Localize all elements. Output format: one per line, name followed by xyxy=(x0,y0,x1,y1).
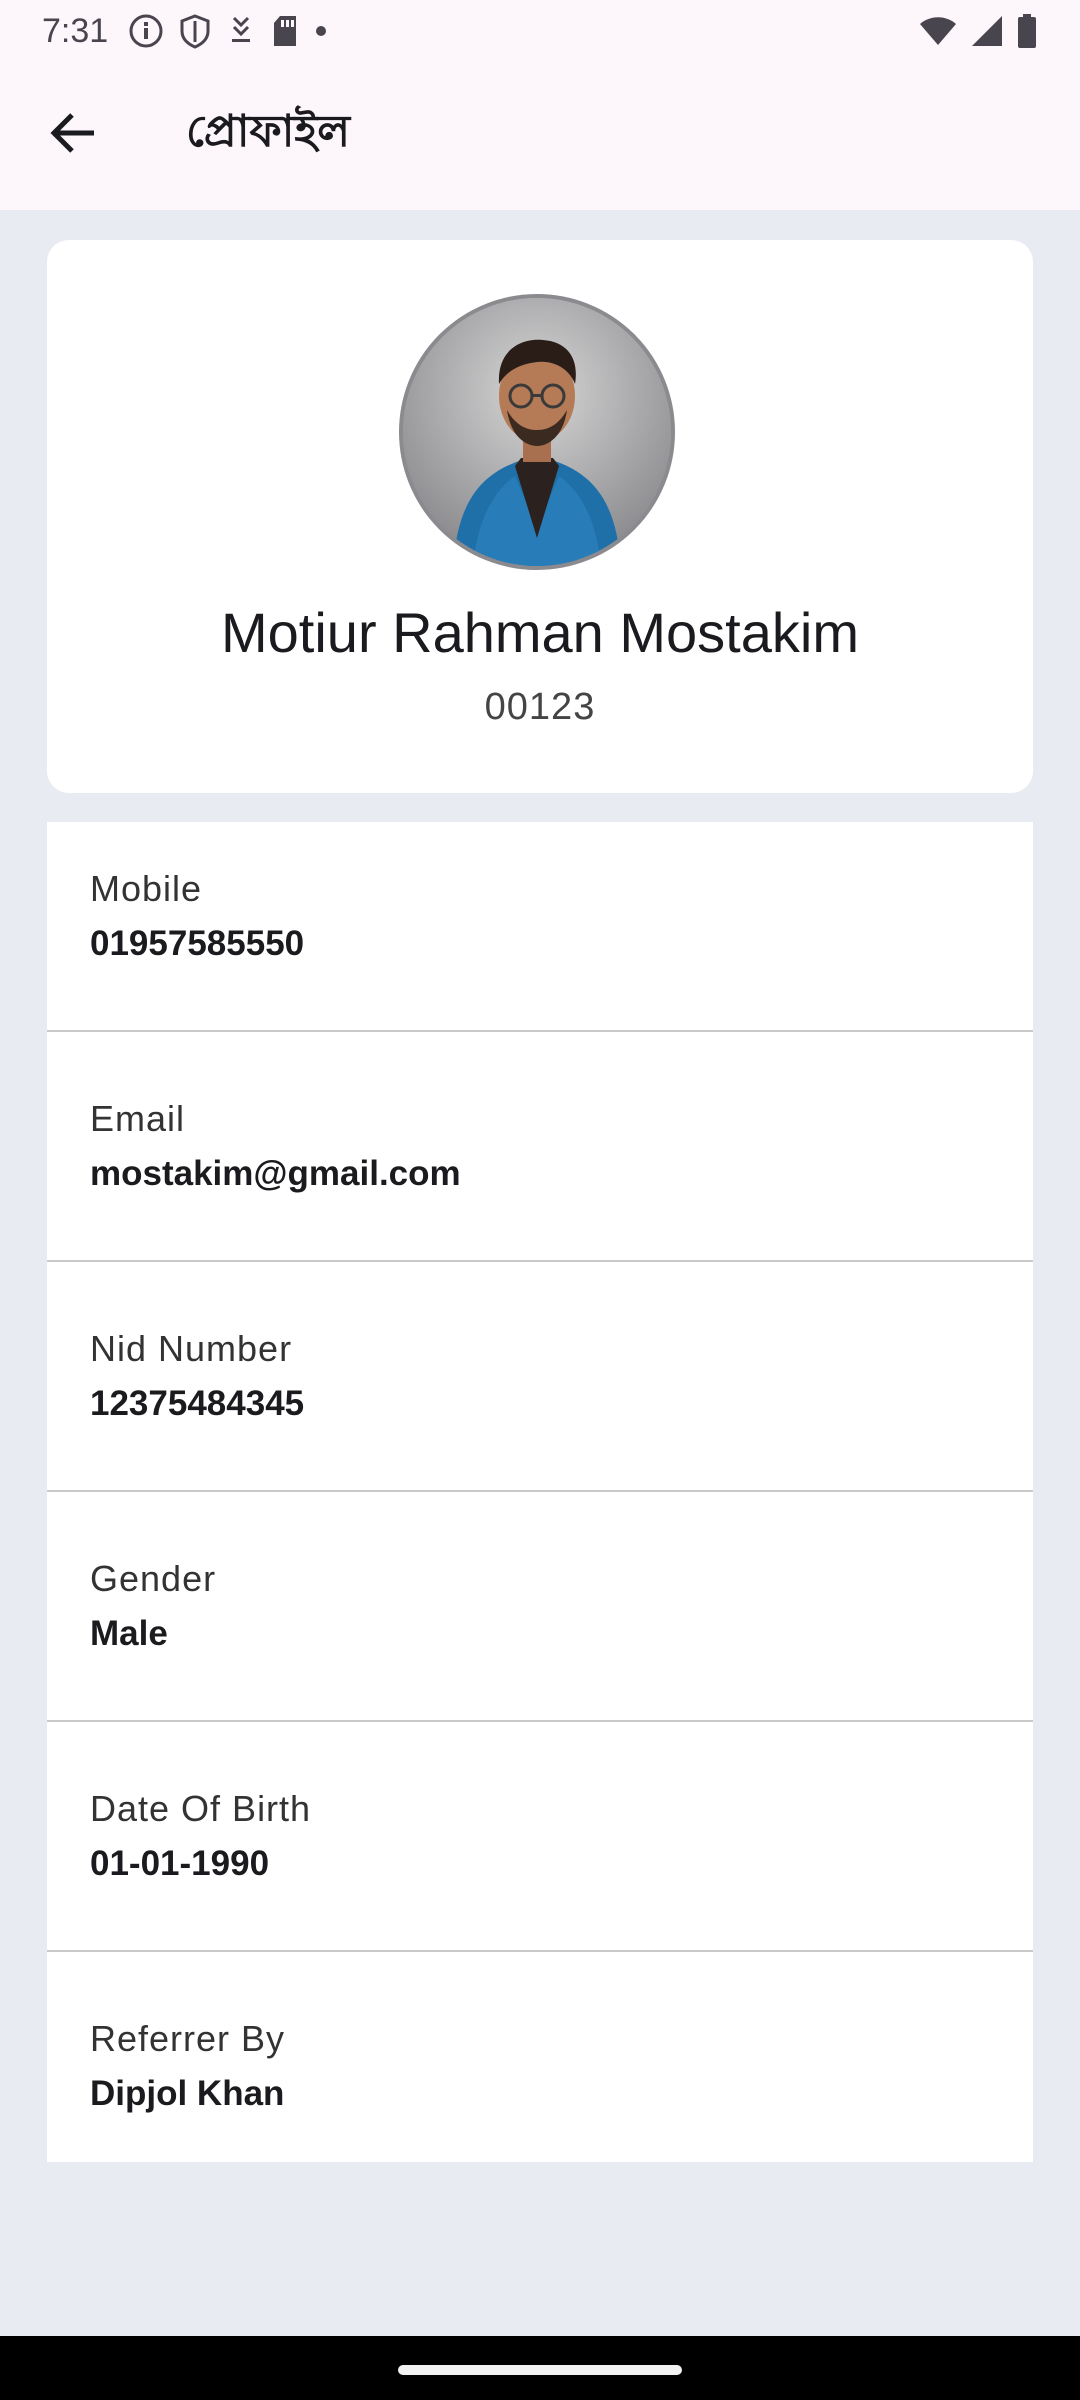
avatar[interactable] xyxy=(399,294,675,570)
detail-row-referrer: Referrer By Dipjol Khan xyxy=(47,1952,1033,2162)
battery-icon xyxy=(1016,13,1038,49)
detail-row-nid: Nid Number 12375484345 xyxy=(47,1262,1033,1492)
detail-value: Male xyxy=(90,1614,168,1653)
detail-label: Email xyxy=(90,1098,186,1139)
detail-value: Dipjol Khan xyxy=(90,2074,285,2113)
home-handle[interactable] xyxy=(398,2365,682,2375)
signal-icon xyxy=(970,14,1004,48)
sd-card-icon xyxy=(270,13,300,49)
detail-label: Date Of Birth xyxy=(90,1788,312,1829)
profile-name: Motiur Rahman Mostakim xyxy=(221,601,859,664)
arrow-left-icon xyxy=(50,112,98,159)
detail-row-mobile: Mobile 01957585550 xyxy=(47,822,1033,1032)
detail-value: 12375484345 xyxy=(90,1384,305,1423)
wifi-icon xyxy=(918,15,958,47)
status-right xyxy=(918,13,1038,49)
navigation-bar xyxy=(0,2336,1080,2400)
detail-value: mostakim@gmail.com xyxy=(90,1154,461,1193)
dot-icon xyxy=(314,24,328,38)
detail-row-dob: Date Of Birth 01-01-1990 xyxy=(47,1722,1033,1952)
details-list: Mobile 01957585550 Email mostakim@gmail.… xyxy=(47,822,1033,2162)
app-bar: প্রোফাইল xyxy=(0,62,1080,210)
detail-label: Referrer By xyxy=(90,2018,286,2059)
detail-row-email: Email mostakim@gmail.com xyxy=(47,1032,1033,1262)
page-title: প্রোফাইল xyxy=(186,106,351,157)
detail-value: 01-01-1990 xyxy=(90,1844,270,1883)
status-bar: 7:31 xyxy=(0,0,1080,62)
detail-label: Nid Number xyxy=(90,1328,293,1369)
download-icon xyxy=(226,14,256,48)
profile-card: Motiur Rahman Mostakim 00123 xyxy=(47,240,1033,793)
detail-row-gender: Gender Male xyxy=(47,1492,1033,1722)
info-icon xyxy=(128,13,164,49)
detail-value: 01957585550 xyxy=(90,924,305,963)
status-left: 7:31 xyxy=(42,12,328,51)
avatar-photo xyxy=(403,298,671,566)
detail-label: Gender xyxy=(90,1558,217,1599)
detail-label: Mobile xyxy=(90,868,203,909)
back-button[interactable] xyxy=(48,109,100,161)
profile-id: 00123 xyxy=(484,686,596,728)
status-time: 7:31 xyxy=(42,11,109,50)
shield-icon xyxy=(178,13,212,49)
